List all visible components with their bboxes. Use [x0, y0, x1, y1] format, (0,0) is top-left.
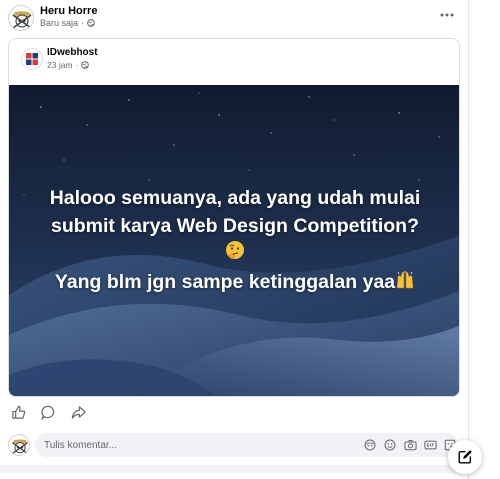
page-logo[interactable]: [21, 48, 43, 70]
next-post-edge: [0, 473, 468, 479]
comment-input[interactable]: [44, 433, 344, 457]
post-time[interactable]: Baru saja: [40, 18, 78, 28]
headline-line: 🤔: [9, 240, 459, 268]
share-icon[interactable]: [70, 404, 86, 420]
shared-post-time[interactable]: 23 jam: [47, 60, 73, 70]
comment-icon[interactable]: [40, 404, 56, 420]
avatar-sticker-icon[interactable]: [363, 437, 377, 453]
post-actions: [10, 404, 86, 420]
author-name[interactable]: Heru Horre: [40, 5, 97, 17]
like-icon[interactable]: [10, 404, 26, 420]
post-headline: Halooo semuanya, ada yang udah mulai sub…: [9, 184, 459, 297]
thinking-emoji: [225, 240, 245, 268]
meta-separator: ·: [75, 60, 79, 70]
headline-line: submit karya Web Design Competition?: [50, 215, 420, 237]
commenter-avatar[interactable]: [8, 434, 30, 456]
globe-icon[interactable]: [87, 19, 95, 27]
shared-page-name[interactable]: IDwebhost: [47, 47, 98, 58]
scrollbar[interactable]: [468, 0, 500, 479]
headline-line-text: Yang blm jgn sampe ketinggalan yaa: [54, 271, 396, 293]
raising-hands-emoji: [395, 269, 415, 297]
more-options-icon[interactable]: [436, 6, 458, 24]
post-image[interactable]: Halooo semuanya, ada yang udah mulai sub…: [9, 85, 459, 396]
meta-separator: ·: [81, 18, 85, 28]
gif-icon[interactable]: [423, 437, 437, 453]
post-meta: Baru saja ·: [40, 18, 95, 28]
camera-icon[interactable]: [403, 437, 417, 453]
comment-box[interactable]: [35, 433, 458, 457]
headline-line: Yang blm jgn sampe ketinggalan yaa 🙌: [9, 268, 459, 297]
emoji-icon[interactable]: [383, 437, 397, 453]
shared-post[interactable]: IDwebhost 23 jam · Halooo semuanya, ada …: [8, 38, 460, 397]
globe-icon[interactable]: [81, 61, 90, 69]
comment-tools: [363, 437, 457, 453]
post-card: Heru Horre Baru saja · IDwebhost 23 jam …: [0, 0, 468, 465]
compose-icon[interactable]: [448, 440, 482, 474]
headline-line: Halooo semuanya, ada yang udah mulai: [49, 187, 421, 209]
feed-separator: [0, 465, 468, 479]
page: Heru Horre Baru saja · IDwebhost 23 jam …: [0, 0, 500, 479]
author-avatar[interactable]: [8, 5, 34, 31]
shared-post-meta: 23 jam ·: [47, 60, 90, 70]
